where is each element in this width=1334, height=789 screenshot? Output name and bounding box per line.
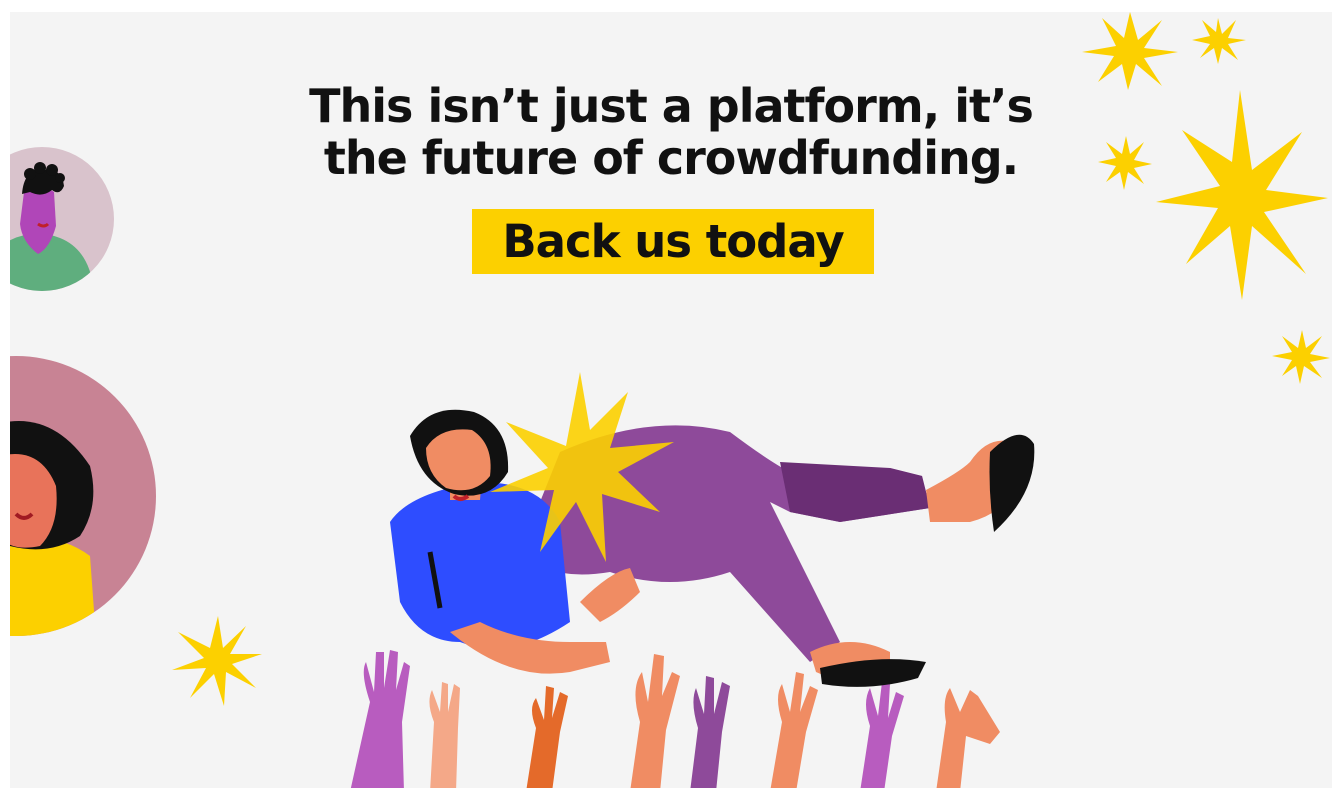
avatar-woman-icon: [10, 356, 156, 636]
woman-crowdsurfing-illustration: [390, 372, 1035, 687]
sparkle-star-bottom-left-icon: [172, 616, 262, 706]
sparkle-stars-top-right-icon: [1082, 12, 1330, 384]
back-us-today-button[interactable]: Back us today: [472, 209, 874, 274]
hero-banner: This isn’t just a platform, it’s the fut…: [10, 12, 1332, 788]
avatar-man-icon: [10, 147, 114, 291]
